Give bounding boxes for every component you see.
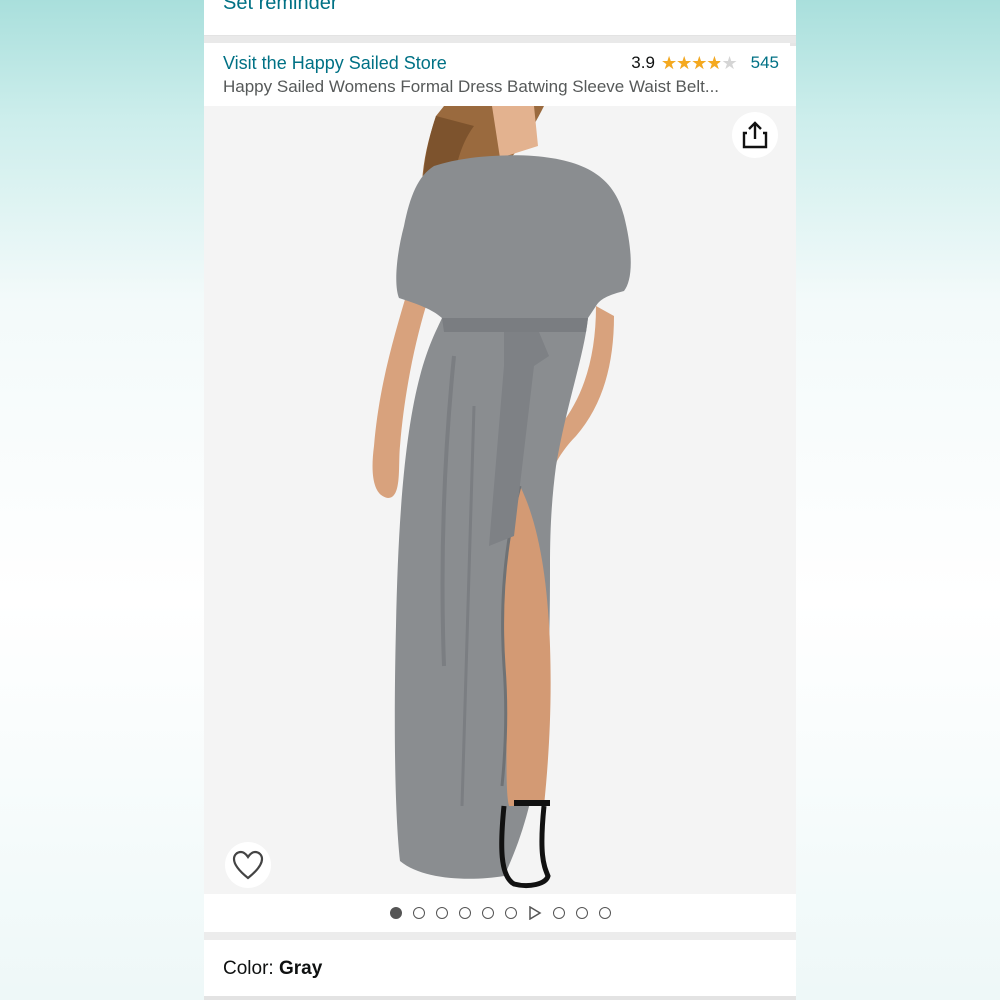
carousel-dot[interactable] [504,907,517,919]
section-divider [204,36,796,43]
review-count-link[interactable]: 545 [751,53,779,73]
product-title[interactable]: Happy Sailed Womens Formal Dress Batwing… [223,77,779,97]
store-rating-row: Visit the Happy Sailed Store 3.9 ★★★★★ ★★… [223,50,779,76]
product-image-carousel[interactable] [204,106,796,894]
carousel-dot[interactable] [412,907,425,919]
share-button[interactable] [732,112,778,158]
rating-summary[interactable]: 3.9 ★★★★★★★★★★ 545 [631,53,779,73]
carousel-dot[interactable] [435,907,448,919]
color-value: Gray [278,958,323,979]
carousel-dot[interactable] [575,907,588,919]
carousel-dot[interactable] [481,907,494,919]
rating-value: 3.9 [631,53,655,72]
section-divider [204,996,796,1000]
share-icon [742,121,768,149]
carousel-dot[interactable] [598,907,611,919]
carousel-indicators [204,894,796,932]
carousel-dot[interactable] [458,907,471,919]
set-reminder-link[interactable]: Set reminder [223,0,338,15]
store-link[interactable]: Visit the Happy Sailed Store [223,53,447,74]
color-label: Color: [223,958,279,979]
play-icon[interactable] [528,906,542,920]
carousel-dot[interactable] [389,907,402,919]
heart-icon [232,850,264,880]
section-divider [204,932,796,940]
color-selection: Color: Gray [223,958,322,980]
product-page: Set reminder Visit the Happy Sailed Stor… [204,0,796,1000]
star-rating-icon: ★★★★★★★★★★ [660,53,738,73]
carousel-dot[interactable] [552,907,565,919]
reminder-card: Set reminder [204,0,796,36]
wishlist-button[interactable] [225,842,271,888]
product-photo [204,106,796,894]
